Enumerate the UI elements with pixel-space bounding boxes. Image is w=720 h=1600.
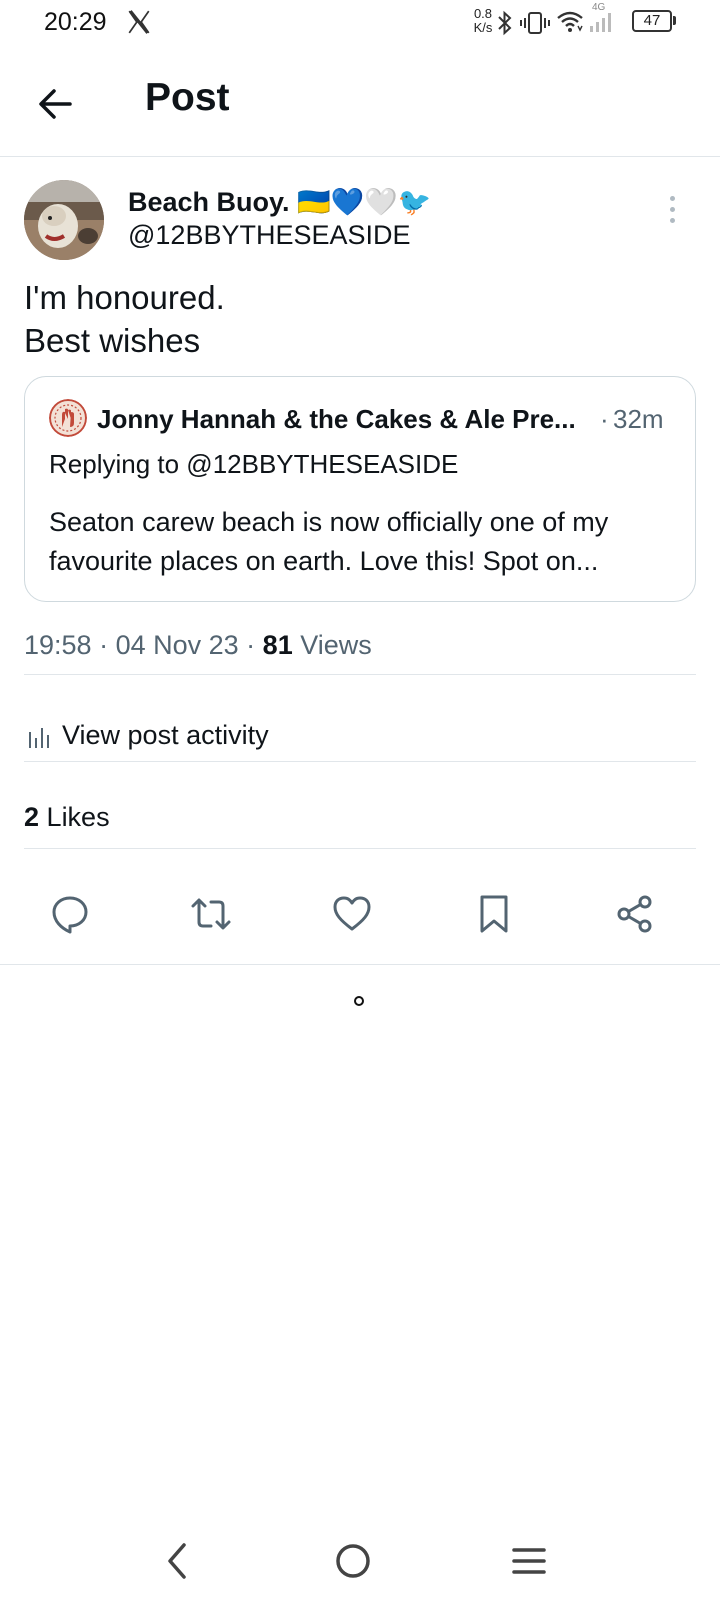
reply-icon (52, 896, 88, 934)
more-dot (669, 207, 675, 212)
reply-button[interactable] (46, 890, 94, 938)
post-action-bar (0, 868, 720, 965)
avatar-image (24, 180, 104, 260)
status-bar: 20:29 0.8 K/s 4G 47 (0, 0, 720, 46)
meta-separator: · (91, 630, 116, 660)
author-name[interactable]: Beach Buoy. 🇺🇦💙🤍🐦 (128, 186, 432, 218)
likes-count-link[interactable]: 2 Likes (24, 802, 110, 833)
like-button[interactable] (328, 890, 376, 938)
post-text-line: I'm honoured. (24, 279, 225, 316)
bookmark-icon (480, 895, 508, 933)
meta-separator: · (238, 630, 263, 660)
post-time: 19:58 (24, 630, 92, 660)
quote-separator: · (600, 404, 609, 434)
battery-tip (673, 16, 676, 25)
quote-text: Seaton carew beach is now officially one… (49, 507, 609, 576)
quote-timestamp: 32m (613, 404, 664, 434)
system-navigation-bar (0, 1520, 720, 1600)
network-speed-unit: K/s (473, 20, 493, 35)
menu-icon (512, 1548, 546, 1574)
views-label: Views (300, 630, 372, 660)
nav-menu-button[interactable] (504, 1536, 554, 1586)
chevron-left-icon (168, 1543, 186, 1579)
quoted-post-card[interactable]: Jonny Hannah & the Cakes & Ale Pre... · … (24, 376, 696, 602)
page-title: Post (145, 76, 230, 119)
network-speed: 0.8 K/s (468, 7, 498, 35)
share-icon (617, 895, 652, 933)
loading-indicator (354, 996, 364, 1006)
views-count: 81 (262, 630, 293, 660)
repost-icon (191, 898, 231, 930)
more-options-button[interactable] (666, 196, 678, 228)
nav-back-button[interactable] (152, 1536, 202, 1586)
divider (24, 848, 696, 849)
divider (24, 674, 696, 675)
share-button[interactable] (611, 890, 659, 938)
likes-count: 2 (24, 802, 40, 832)
more-vertical-icon (669, 196, 675, 201)
post-date: 04 Nov 23 (115, 630, 239, 660)
bookmark-button[interactable] (470, 890, 518, 938)
author-avatar[interactable] (24, 180, 104, 260)
quote-author-name: Jonny Hannah & the Cakes & Ale Pre... (97, 404, 576, 434)
view-post-activity-button[interactable]: View post activity (24, 694, 696, 778)
view-post-activity-label: View post activity (62, 720, 269, 750)
arrow-left-icon (39, 89, 72, 119)
divider (24, 761, 696, 762)
quote-author-avatar (49, 399, 87, 437)
home-circle-icon (336, 1544, 370, 1578)
quote-replying-to: Replying to @12BBYTHESEASIDE (49, 449, 459, 479)
x-logo-icon (128, 10, 150, 34)
post-metadata: 19:58 · 04 Nov 23 · 81 Views (24, 630, 372, 661)
back-button[interactable] (34, 80, 82, 128)
heart-icon (333, 896, 371, 931)
network-speed-value: 0.8 (473, 6, 493, 21)
post-text: I'm honoured. Best wishes (24, 276, 225, 362)
battery-indicator: 47 (632, 10, 672, 32)
top-app-bar: Post (0, 60, 720, 157)
signal-icon (590, 13, 611, 32)
bar-chart-icon (29, 728, 49, 748)
status-time: 20:29 (44, 8, 107, 36)
vibrate-icon (520, 12, 550, 34)
more-dot (669, 218, 675, 223)
bluetooth-icon (498, 10, 512, 36)
likes-label: Likes (46, 802, 110, 832)
author-handle[interactable]: @12BBYTHESEASIDE (128, 220, 411, 251)
repost-button[interactable] (187, 890, 235, 938)
nav-home-button[interactable] (328, 1536, 378, 1586)
wifi-icon (557, 11, 583, 32)
post-text-line: Best wishes (24, 322, 201, 359)
